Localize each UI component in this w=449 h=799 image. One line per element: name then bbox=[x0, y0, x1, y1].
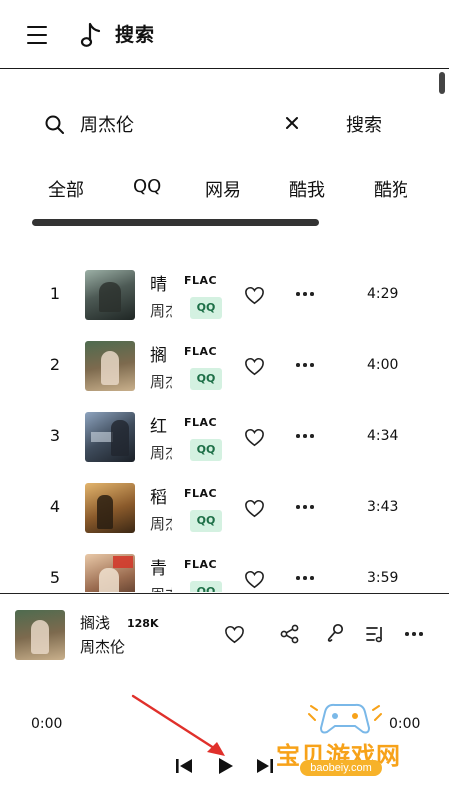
now-playing-quality: 128K bbox=[127, 617, 159, 630]
song-index: 1 bbox=[49, 284, 61, 303]
song-title: 红 bbox=[150, 417, 167, 437]
song-duration: 4:34 bbox=[367, 428, 399, 444]
source-badge: QQ bbox=[190, 581, 222, 592]
source-tabs: 全部 QQ 网易 酷我 酷狗 bbox=[0, 172, 407, 208]
gamepad-logo-icon bbox=[308, 703, 382, 734]
song-title: 青 bbox=[150, 559, 167, 579]
quality-tag: FLAC bbox=[184, 487, 218, 500]
song-row[interactable]: 1 晴 周杰伦 FLAC QQ 4:29 bbox=[0, 258, 449, 329]
search-button[interactable]: 搜索 bbox=[346, 111, 382, 137]
playlist-icon[interactable] bbox=[366, 625, 386, 643]
source-badge: QQ bbox=[190, 439, 222, 461]
more-icon[interactable] bbox=[296, 576, 314, 581]
now-playing-cover[interactable] bbox=[15, 610, 65, 660]
search-icon bbox=[45, 115, 64, 134]
scrollbar-thumb[interactable] bbox=[439, 72, 445, 94]
quality-tag: FLAC bbox=[184, 345, 218, 358]
song-index: 4 bbox=[49, 497, 61, 516]
search-input[interactable] bbox=[80, 108, 270, 140]
watermark-url: baobeiy.com bbox=[300, 760, 382, 776]
tab-all[interactable]: 全部 bbox=[48, 176, 84, 202]
now-playing-artist: 周杰伦 bbox=[80, 638, 126, 656]
source-badge: QQ bbox=[190, 297, 222, 319]
tab-kugou[interactable]: 酷狗 bbox=[374, 176, 407, 202]
more-icon[interactable] bbox=[296, 434, 314, 439]
annotation-arrow bbox=[131, 694, 225, 756]
source-badge: QQ bbox=[190, 510, 222, 532]
album-cover bbox=[85, 554, 135, 592]
song-row[interactable]: 2 搁 周杰伦 FLAC QQ 4:00 bbox=[0, 329, 449, 400]
album-cover bbox=[85, 412, 135, 462]
more-icon[interactable] bbox=[405, 632, 423, 637]
heart-icon[interactable] bbox=[244, 428, 265, 447]
song-artist: 周杰伦 bbox=[150, 373, 172, 391]
song-artist: 周杰伦 bbox=[150, 302, 172, 320]
song-title: 稻 bbox=[150, 488, 167, 508]
tab-qq[interactable]: QQ bbox=[133, 176, 161, 197]
heart-icon[interactable] bbox=[244, 357, 265, 376]
song-row[interactable]: 3 红 周杰伦 FLAC QQ 4:34 bbox=[0, 400, 449, 471]
album-cover bbox=[85, 483, 135, 533]
more-icon[interactable] bbox=[296, 363, 314, 368]
microphone-icon[interactable] bbox=[326, 623, 344, 645]
quality-tag: FLAC bbox=[184, 274, 218, 287]
heart-icon[interactable] bbox=[244, 499, 265, 518]
quality-tag: FLAC bbox=[184, 558, 218, 571]
music-note-icon bbox=[80, 22, 101, 47]
song-artist: 周杰伦 bbox=[150, 584, 172, 592]
next-icon[interactable] bbox=[256, 758, 274, 774]
song-index: 5 bbox=[49, 568, 61, 587]
page-title: 搜索 bbox=[115, 24, 156, 46]
heart-icon[interactable] bbox=[224, 625, 245, 644]
heart-icon[interactable] bbox=[244, 286, 265, 305]
quality-tag: FLAC bbox=[184, 416, 218, 429]
song-artist: 周杰伦 bbox=[150, 515, 172, 533]
tab-netease[interactable]: 网易 bbox=[205, 176, 241, 202]
share-icon[interactable] bbox=[280, 624, 299, 644]
song-index: 2 bbox=[49, 355, 61, 374]
now-playing-title: 搁浅 bbox=[80, 614, 111, 632]
app-header: 搜索 bbox=[0, 0, 449, 69]
song-title: 晴 bbox=[150, 275, 167, 295]
tab-kuwo[interactable]: 酷我 bbox=[289, 176, 325, 202]
song-duration: 4:00 bbox=[367, 357, 399, 373]
more-icon[interactable] bbox=[296, 292, 314, 297]
tab-indicator bbox=[32, 219, 319, 226]
song-row[interactable]: 5 青 周杰伦 FLAC QQ 3:59 bbox=[0, 542, 449, 592]
song-title: 搁 bbox=[150, 346, 167, 366]
clear-icon[interactable] bbox=[283, 114, 301, 132]
total-time: 0:00 bbox=[389, 716, 421, 732]
current-time: 0:00 bbox=[31, 716, 63, 732]
more-icon[interactable] bbox=[296, 505, 314, 510]
song-duration: 3:43 bbox=[367, 499, 399, 515]
hamburger-icon[interactable] bbox=[27, 26, 47, 44]
song-row[interactable]: 4 稻 周杰伦 FLAC QQ 3:43 bbox=[0, 471, 449, 542]
album-cover bbox=[85, 341, 135, 391]
album-cover bbox=[85, 270, 135, 320]
song-index: 3 bbox=[49, 426, 61, 445]
song-duration: 3:59 bbox=[367, 570, 399, 586]
song-list: 1 晴 周杰伦 FLAC QQ 4:29 2 搁 周杰伦 FLAC QQ 4:0… bbox=[0, 258, 449, 592]
heart-icon[interactable] bbox=[244, 570, 265, 589]
source-badge: QQ bbox=[190, 368, 222, 390]
song-duration: 4:29 bbox=[367, 286, 399, 302]
song-artist: 周杰伦 bbox=[150, 444, 172, 462]
